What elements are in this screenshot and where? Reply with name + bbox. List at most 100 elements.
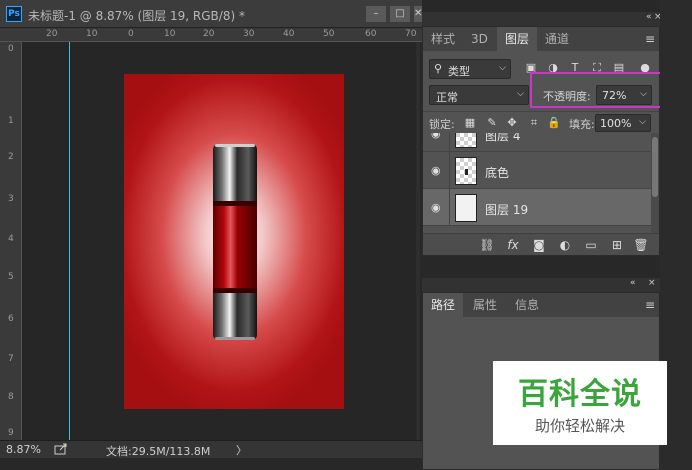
panel-dock-strip: « × xyxy=(422,278,660,292)
tab-properties[interactable]: 属性 xyxy=(465,293,505,317)
lock-paint-icon[interactable]: ✎ xyxy=(485,116,499,130)
ruler-label: 4 xyxy=(8,234,14,244)
filter-label: 类型 xyxy=(448,65,470,78)
panel-menu-icon[interactable]: ≡ xyxy=(645,298,655,312)
lock-transparency-icon[interactable]: ▦ xyxy=(463,116,477,130)
ruler-label: 20 xyxy=(203,29,215,39)
eye-icon[interactable]: ◉ xyxy=(431,164,441,177)
eye-icon[interactable]: ◉ xyxy=(431,133,441,140)
blend-mode-value: 正常 xyxy=(436,91,458,104)
search-icon: ⚲ xyxy=(434,62,443,75)
layers-panel-tabs: 样式 3D 图层 通道 ≡ xyxy=(423,27,659,51)
maximize-button[interactable]: □ xyxy=(390,6,410,22)
layer-name[interactable]: 底色 xyxy=(485,164,509,181)
ruler-label: 70 xyxy=(405,29,417,39)
lock-label: 锁定: xyxy=(429,118,455,131)
layer-thumbnail xyxy=(455,194,477,222)
status-menu-arrow-icon[interactable]: 〉 xyxy=(236,442,247,458)
watermark-title: 百科全说 xyxy=(518,377,642,412)
artboard[interactable] xyxy=(124,74,344,409)
tab-3d[interactable]: 3D xyxy=(463,27,496,51)
document-status-bar: 8.87% 文档:29.5M/113.8M 〉 xyxy=(0,440,422,458)
collapse-panels-icon[interactable]: « xyxy=(630,278,636,288)
document-titlebar: Ps 未标题-1 @ 8.87% (图层 19, RGB/8) * – □ ✕ xyxy=(0,0,422,28)
new-layer-icon[interactable]: ⊞ xyxy=(609,237,625,253)
ruler-label: 5 xyxy=(8,272,14,282)
layer-thumbnail xyxy=(455,133,477,148)
new-group-icon[interactable]: ▭ xyxy=(583,237,599,253)
lock-all-icon[interactable]: 🔒 xyxy=(547,116,561,130)
tab-channels[interactable]: 通道 xyxy=(537,27,577,51)
layer-name[interactable]: 图层 4 xyxy=(485,133,520,144)
chevron-down-icon: ⌵ xyxy=(499,63,506,73)
ruler-label: 3 xyxy=(8,194,14,204)
adjustment-layer-icon[interactable]: ◐ xyxy=(557,237,573,253)
lock-artboard-icon[interactable]: ⌗ xyxy=(527,116,541,130)
ruler-label: 8 xyxy=(8,392,14,402)
collapse-panels-icon[interactable]: « xyxy=(646,12,652,22)
ruler-label: 10 xyxy=(164,29,176,39)
layer-row[interactable]: ◉ 图层 4 xyxy=(423,133,651,152)
ruler-label: 1 xyxy=(8,116,14,126)
ruler-label: 0 xyxy=(8,44,14,54)
ruler-label: 6 xyxy=(8,314,14,324)
panel-menu-icon[interactable]: ≡ xyxy=(645,32,655,46)
fill-value: 100% xyxy=(600,117,632,130)
ruler-label: 9 xyxy=(8,428,14,438)
scrollbar-thumb[interactable] xyxy=(652,137,658,197)
layer-thumbnail xyxy=(455,157,477,185)
fill-input[interactable]: 100% ⌵ xyxy=(595,114,651,132)
ruler-label: 40 xyxy=(283,29,295,39)
minimize-button[interactable]: – xyxy=(366,6,386,22)
blend-mode-select[interactable]: 正常 ⌵ xyxy=(429,85,529,105)
opacity-highlight-box xyxy=(530,72,663,108)
tab-layers[interactable]: 图层 xyxy=(497,27,538,51)
paths-panel-tabs: 路径 属性 信息 ≡ xyxy=(423,293,659,317)
tube-illustration xyxy=(213,144,257,340)
layer-filter-select[interactable]: ⚲ 类型 ⌵ xyxy=(429,59,511,79)
ruler-label: 0 xyxy=(128,29,134,39)
tab-info[interactable]: 信息 xyxy=(507,293,547,317)
layer-list: ◉ 图层 4 ◉ 底色 ◉ 图层 19 xyxy=(423,133,651,233)
layer-row[interactable]: ◉ 底色 xyxy=(423,152,651,189)
add-mask-icon[interactable]: ◙ xyxy=(531,237,547,253)
share-icon[interactable] xyxy=(54,443,68,455)
ruler-label: 7 xyxy=(8,354,14,364)
layer-name[interactable]: 图层 19 xyxy=(485,201,528,218)
fx-icon[interactable]: fx xyxy=(505,237,521,253)
lock-row: 锁定: ▦ ✎ ✥ ⌗ 🔒 填充: 100% ⌵ xyxy=(423,111,659,133)
ruler-label: 50 xyxy=(323,29,335,39)
close-panel-icon[interactable]: × xyxy=(648,278,656,288)
tab-styles[interactable]: 样式 xyxy=(423,27,463,51)
link-layers-icon[interactable]: ⛓ xyxy=(479,237,495,253)
tab-paths[interactable]: 路径 xyxy=(423,293,464,317)
ruler-label: 10 xyxy=(86,29,98,39)
horizontal-ruler[interactable]: 20 10 0 10 20 30 40 50 60 70 xyxy=(0,28,422,42)
document-size-info: 文档:29.5M/113.8M xyxy=(106,445,211,458)
ruler-label: 60 xyxy=(365,29,377,39)
panel-dock-strip: « × xyxy=(422,12,662,26)
chevron-down-icon: ⌵ xyxy=(517,89,524,99)
fill-label: 填充: xyxy=(569,118,595,131)
zoom-level[interactable]: 8.87% xyxy=(6,443,41,456)
ruler-label: 20 xyxy=(46,29,58,39)
ruler-label: 30 xyxy=(243,29,255,39)
layer-list-scrollbar[interactable] xyxy=(651,133,659,233)
watermark-subtitle: 助你轻松解决 xyxy=(534,417,625,435)
canvas-workspace[interactable] xyxy=(22,42,420,440)
layers-footer-toolbar: ⛓ fx ◙ ◐ ▭ ⊞ 🗑 xyxy=(423,233,659,255)
watermark-logo: 百科全说 助你轻松解决 xyxy=(493,361,667,445)
close-button[interactable]: ✕ xyxy=(414,6,422,22)
layers-panel: 样式 3D 图层 通道 ≡ ⚲ 类型 ⌵ ▣ ◑ T ⛶ ▤ ● 正常 ⌵ 不透… xyxy=(422,26,660,256)
document-scrollbar[interactable] xyxy=(416,42,420,440)
vertical-guide[interactable] xyxy=(69,42,70,440)
photoshop-logo: Ps xyxy=(6,6,22,22)
delete-layer-icon[interactable]: 🗑 xyxy=(633,237,649,253)
chevron-down-icon[interactable]: ⌵ xyxy=(639,117,646,127)
lock-position-icon[interactable]: ✥ xyxy=(505,116,519,130)
layer-row-selected[interactable]: ◉ 图层 19 xyxy=(423,189,651,226)
eye-icon[interactable]: ◉ xyxy=(431,201,441,214)
ruler-label: 2 xyxy=(8,152,14,162)
vertical-ruler[interactable]: 0 1 2 3 4 5 6 7 8 9 xyxy=(0,42,22,440)
document-tab-title[interactable]: 未标题-1 @ 8.87% (图层 19, RGB/8) * xyxy=(28,7,245,24)
